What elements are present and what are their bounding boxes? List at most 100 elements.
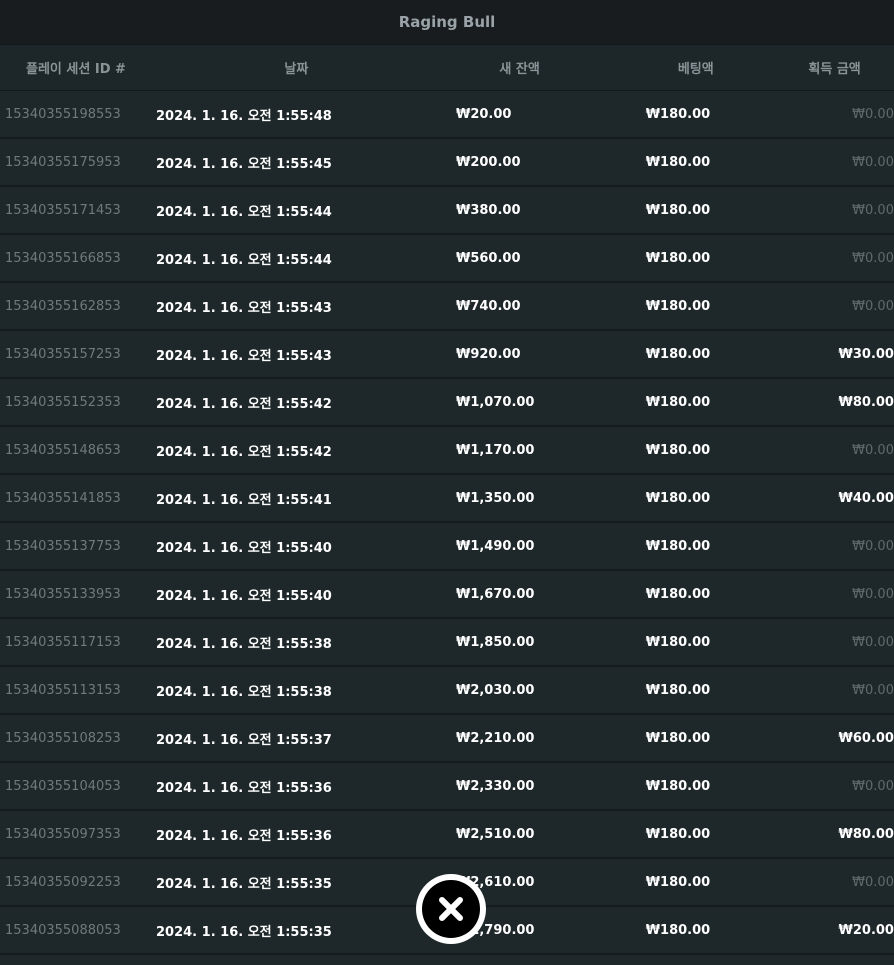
header-new-balance[interactable]: 새 잔액 xyxy=(443,58,596,77)
cell-bet: ₩180.00 xyxy=(645,682,711,698)
cell-date: 2024. 1. 16. 오전 1:55:35 xyxy=(156,924,332,940)
table-row[interactable]: 15340355133953 2024. 1. 16. 오전 1:55:40 ₩1,… xyxy=(0,571,894,619)
cell-session-id: 15340355117153 xyxy=(5,634,121,650)
cell-date: 2024. 1. 16. 오전 1:55:41 xyxy=(156,492,332,508)
cell-win: ₩0.00 xyxy=(852,442,894,458)
cell-bet: ₩180.00 xyxy=(645,442,711,458)
table-row[interactable]: 15340355162853 2024. 1. 16. 오전 1:55:43 ₩74… xyxy=(0,283,894,331)
cell-win: ₩80.00 xyxy=(838,826,894,842)
cell-new-balance: ₩2,030.00 xyxy=(455,682,535,698)
cell-bet: ₩180.00 xyxy=(645,106,711,122)
close-x-icon xyxy=(439,897,463,921)
cell-session-id: 15340355133953 xyxy=(5,586,121,602)
cell-date: 2024. 1. 16. 오전 1:55:48 xyxy=(156,108,332,124)
cell-session-id: 15340355166853 xyxy=(5,250,121,266)
table-row[interactable]: 15340355148653 2024. 1. 16. 오전 1:55:42 ₩1,… xyxy=(0,427,894,475)
cell-bet: ₩180.00 xyxy=(645,538,711,554)
cell-session-id: 15340355152353 xyxy=(5,394,121,410)
title-bar: Raging Bull xyxy=(0,0,894,45)
table-row[interactable]: 15340355137753 2024. 1. 16. 오전 1:55:40 ₩1,… xyxy=(0,523,894,571)
header-session-id[interactable]: 플레이 세션 ID # xyxy=(0,58,150,77)
cell-win: ₩60.00 xyxy=(838,730,894,746)
table-row[interactable]: 15340355141853 2024. 1. 16. 오전 1:55:41 ₩1,… xyxy=(0,475,894,523)
cell-date: 2024. 1. 16. 오전 1:55:38 xyxy=(156,636,332,652)
cell-win: ₩0.00 xyxy=(852,538,894,554)
cell-new-balance: ₩2,510.00 xyxy=(455,826,535,842)
cell-win: ₩80.00 xyxy=(838,394,894,410)
cell-session-id: 15340355175953 xyxy=(5,154,121,170)
cell-bet: ₩180.00 xyxy=(645,490,711,506)
close-button-inner xyxy=(422,880,480,938)
cell-new-balance: ₩2,610.00 xyxy=(455,874,535,890)
table-row[interactable]: 15340355157253 2024. 1. 16. 오전 1:55:43 ₩92… xyxy=(0,331,894,379)
cell-bet: ₩180.00 xyxy=(645,250,711,266)
cell-date: 2024. 1. 16. 오전 1:55:43 xyxy=(156,300,332,316)
cell-new-balance: ₩1,850.00 xyxy=(455,634,535,650)
table-row[interactable]: 15340355117153 2024. 1. 16. 오전 1:55:38 ₩1,… xyxy=(0,619,894,667)
cell-date: 2024. 1. 16. 오전 1:55:44 xyxy=(156,252,332,268)
cell-win: ₩0.00 xyxy=(852,298,894,314)
cell-win: ₩0.00 xyxy=(852,106,894,122)
cell-bet: ₩180.00 xyxy=(645,154,711,170)
cell-date: 2024. 1. 16. 오전 1:55:35 xyxy=(156,876,332,892)
table-row[interactable]: 15340355166853 2024. 1. 16. 오전 1:55:44 ₩56… xyxy=(0,235,894,283)
cell-date: 2024. 1. 16. 오전 1:55:42 xyxy=(156,444,332,460)
table-body: 15340355198553 2024. 1. 16. 오전 1:55:48 ₩20… xyxy=(0,91,894,965)
table-row[interactable]: 15340355152353 2024. 1. 16. 오전 1:55:42 ₩1,… xyxy=(0,379,894,427)
cell-date: 2024. 1. 16. 오전 1:55:42 xyxy=(156,396,332,412)
cell-bet: ₩180.00 xyxy=(645,874,711,890)
cell-win: ₩0.00 xyxy=(852,778,894,794)
cell-new-balance: ₩200.00 xyxy=(455,154,521,170)
cell-date: 2024. 1. 16. 오전 1:55:36 xyxy=(156,780,332,796)
cell-bet: ₩180.00 xyxy=(645,346,711,362)
cell-session-id: 15340355097353 xyxy=(5,826,121,842)
cell-date: 2024. 1. 16. 오전 1:55:40 xyxy=(156,588,332,604)
cell-new-balance: ₩560.00 xyxy=(455,250,521,266)
cell-bet: ₩180.00 xyxy=(645,826,711,842)
cell-session-id: 15340355141853 xyxy=(5,490,121,506)
cell-session-id: 15340355198553 xyxy=(5,106,121,122)
page-title: Raging Bull xyxy=(398,13,496,31)
cell-new-balance: ₩1,170.00 xyxy=(455,442,535,458)
cell-new-balance: ₩380.00 xyxy=(455,202,521,218)
table-row[interactable]: 153403550843532024. 1. 16. 오전 1:55:34₩2,… xyxy=(0,955,894,965)
cell-session-id: 15340355092253 xyxy=(5,874,121,890)
table-row[interactable]: 15340355198553 2024. 1. 16. 오전 1:55:48 ₩20… xyxy=(0,91,894,139)
cell-win: ₩40.00 xyxy=(838,490,894,506)
cell-new-balance: ₩1,070.00 xyxy=(455,394,535,410)
cell-bet: ₩180.00 xyxy=(645,394,711,410)
table-row[interactable]: 15340355097353 2024. 1. 16. 오전 1:55:36 ₩2,… xyxy=(0,811,894,859)
table-row[interactable]: 15340355113153 2024. 1. 16. 오전 1:55:38 ₩2,… xyxy=(0,667,894,715)
table-header: 플레이 세션 ID # 날짜 새 잔액 베팅액 획득 금액 xyxy=(0,45,894,91)
cell-new-balance: ₩20.00 xyxy=(455,106,512,122)
header-bet[interactable]: 베팅액 xyxy=(636,58,755,77)
cell-date: 2024. 1. 16. 오전 1:55:36 xyxy=(156,828,332,844)
cell-bet: ₩180.00 xyxy=(645,298,711,314)
cell-bet: ₩180.00 xyxy=(645,778,711,794)
table-row[interactable]: 15340355108253 2024. 1. 16. 오전 1:55:37 ₩2,… xyxy=(0,715,894,763)
cell-session-id: 15340355148653 xyxy=(5,442,121,458)
cell-date: 2024. 1. 16. 오전 1:55:40 xyxy=(156,540,332,556)
cell-new-balance: ₩740.00 xyxy=(455,298,521,314)
cell-bet: ₩180.00 xyxy=(645,202,711,218)
table-row[interactable]: 15340355175953 2024. 1. 16. 오전 1:55:45 ₩20… xyxy=(0,139,894,187)
close-button[interactable] xyxy=(416,874,486,944)
cell-date: 2024. 1. 16. 오전 1:55:43 xyxy=(156,348,332,364)
cell-win: ₩0.00 xyxy=(852,634,894,650)
cell-new-balance: ₩1,490.00 xyxy=(455,538,535,554)
cell-date: 2024. 1. 16. 오전 1:55:45 xyxy=(156,156,332,172)
cell-win: ₩0.00 xyxy=(852,202,894,218)
cell-session-id: 15340355113153 xyxy=(5,682,121,698)
table-row[interactable]: 15340355171453 2024. 1. 16. 오전 1:55:44 ₩38… xyxy=(0,187,894,235)
header-date[interactable]: 날짜 xyxy=(150,58,443,77)
header-win[interactable]: 획득 금액 xyxy=(775,58,894,77)
cell-session-id: 15340355157253 xyxy=(5,346,121,362)
cell-date: 2024. 1. 16. 오전 1:55:38 xyxy=(156,684,332,700)
cell-session-id: 15340355171453 xyxy=(5,202,121,218)
cell-new-balance: ₩2,330.00 xyxy=(455,778,535,794)
table-row[interactable]: 15340355104053 2024. 1. 16. 오전 1:55:36 ₩2,… xyxy=(0,763,894,811)
cell-win: ₩0.00 xyxy=(852,874,894,890)
cell-new-balance: ₩1,350.00 xyxy=(455,490,535,506)
cell-win: ₩0.00 xyxy=(852,154,894,170)
cell-win: ₩20.00 xyxy=(838,922,894,938)
